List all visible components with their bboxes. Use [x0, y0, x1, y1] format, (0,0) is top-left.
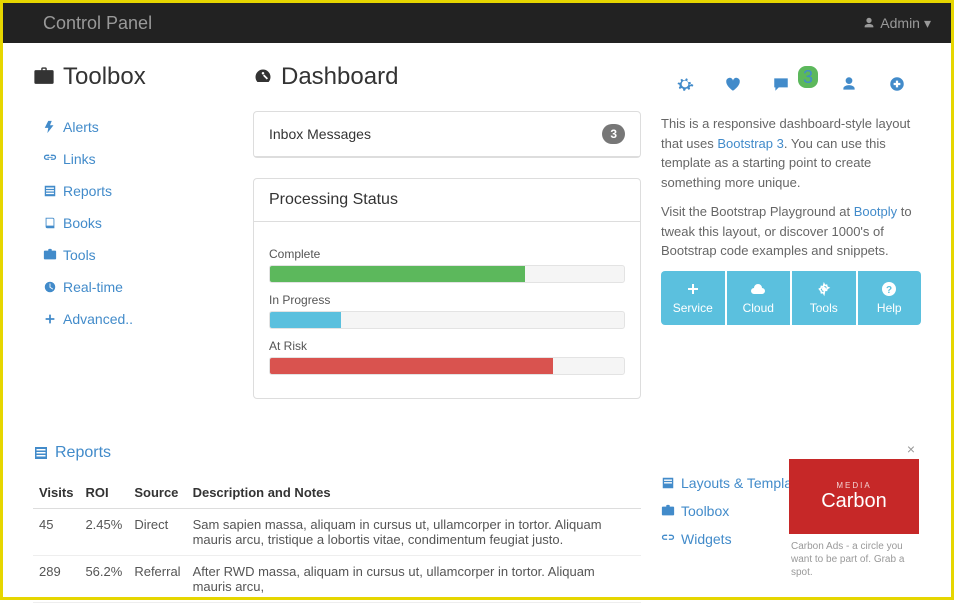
navbar: Control Panel Admin ▾: [3, 3, 951, 43]
description-1: This is a responsive dashboard-style lay…: [661, 114, 921, 192]
processing-title: Processing Status: [269, 191, 398, 209]
inbox-panel[interactable]: Inbox Messages 3: [253, 111, 641, 158]
briefcase-icon: [661, 504, 675, 518]
action-buttons: Service Cloud Tools ?Help: [661, 271, 921, 325]
clock-icon: [43, 280, 57, 294]
sidebar-item-tools[interactable]: Tools: [43, 247, 233, 263]
description-2: Visit the Bootstrap Playground at Bootpl…: [661, 202, 921, 261]
reports-header: Reports: [33, 444, 641, 462]
comment-icon[interactable]: 3: [772, 73, 810, 94]
briefcase-icon: [33, 66, 55, 88]
gear-icon[interactable]: [676, 73, 694, 94]
plus-circle-icon[interactable]: [888, 73, 906, 94]
list-icon: [661, 476, 675, 490]
navbar-brand[interactable]: Control Panel: [43, 13, 152, 34]
user-icon[interactable]: [840, 73, 858, 94]
sidebar-item-books[interactable]: Books: [43, 215, 233, 231]
link-icon: [661, 532, 675, 546]
link-icon: [43, 152, 57, 166]
th-source: Source: [128, 477, 186, 509]
progress-inprogress: [269, 311, 625, 329]
sidebar: Toolbox Alerts Links Reports Books Tools…: [33, 63, 233, 419]
tools-button[interactable]: Tools: [792, 271, 856, 325]
sidebar-item-alerts[interactable]: Alerts: [43, 119, 233, 135]
sidebar-item-links[interactable]: Links: [43, 151, 233, 167]
ad-image[interactable]: MEDIA Carbon: [789, 459, 919, 534]
dashboard-icon: [253, 67, 273, 87]
help-button[interactable]: ?Help: [858, 271, 922, 325]
cloud-button[interactable]: Cloud: [727, 271, 791, 325]
ad-widget: × MEDIA Carbon Carbon Ads - a circle you…: [789, 439, 919, 585]
ad-close-button[interactable]: ×: [789, 439, 919, 459]
table-row: 289 56.2% Referral After RWD massa, aliq…: [33, 556, 641, 603]
status-atrisk-label: At Risk: [269, 339, 625, 353]
briefcase-icon: [43, 248, 57, 262]
user-icon: [862, 16, 876, 30]
comment-badge: 3: [798, 66, 818, 88]
plus-icon: [685, 281, 701, 297]
user-menu[interactable]: Admin ▾: [862, 15, 931, 32]
bootstrap3-link[interactable]: Bootstrap 3: [717, 136, 784, 151]
progress-atrisk: [269, 357, 625, 375]
flash-icon: [43, 120, 57, 134]
table-row: 45 2.45% Direct Sam sapien massa, aliqua…: [33, 509, 641, 556]
question-icon: ?: [881, 281, 897, 297]
list-icon: [43, 184, 57, 198]
service-button[interactable]: Service: [661, 271, 725, 325]
chevron-down-icon: ▾: [924, 15, 931, 32]
dashboard-title: Dashboard: [253, 63, 641, 91]
plus-icon: [43, 312, 57, 326]
list-icon: [33, 445, 49, 461]
book-icon: [43, 216, 57, 230]
reports-table: Visits ROI Source Description and Notes …: [33, 477, 641, 603]
sidebar-item-reports[interactable]: Reports: [43, 183, 233, 199]
cloud-icon: [750, 281, 766, 297]
bootply-link[interactable]: Bootply: [854, 204, 897, 219]
user-label: Admin: [880, 15, 920, 31]
th-desc: Description and Notes: [187, 477, 641, 509]
th-roi: ROI: [79, 477, 128, 509]
main-content: Dashboard Inbox Messages 3 Processing St…: [253, 63, 641, 419]
th-visits: Visits: [33, 477, 79, 509]
inbox-label: Inbox Messages: [269, 126, 371, 142]
heart-icon[interactable]: [724, 73, 742, 94]
sidebar-title: Toolbox: [33, 63, 233, 91]
sidebar-item-realtime[interactable]: Real-time: [43, 279, 233, 295]
status-complete-label: Complete: [269, 247, 625, 261]
right-sidebar: 3 This is a responsive dashboard-style l…: [661, 63, 921, 419]
svg-text:?: ?: [886, 285, 892, 296]
progress-complete: [269, 265, 625, 283]
status-inprogress-label: In Progress: [269, 293, 625, 307]
sidebar-item-advanced[interactable]: Advanced..: [43, 311, 233, 327]
gear-icon: [816, 281, 832, 297]
ad-caption: Carbon Ads - a circle you want to be par…: [789, 534, 919, 585]
inbox-count-badge: 3: [602, 124, 625, 144]
processing-panel: Processing Status Complete In Progress A…: [253, 178, 641, 399]
